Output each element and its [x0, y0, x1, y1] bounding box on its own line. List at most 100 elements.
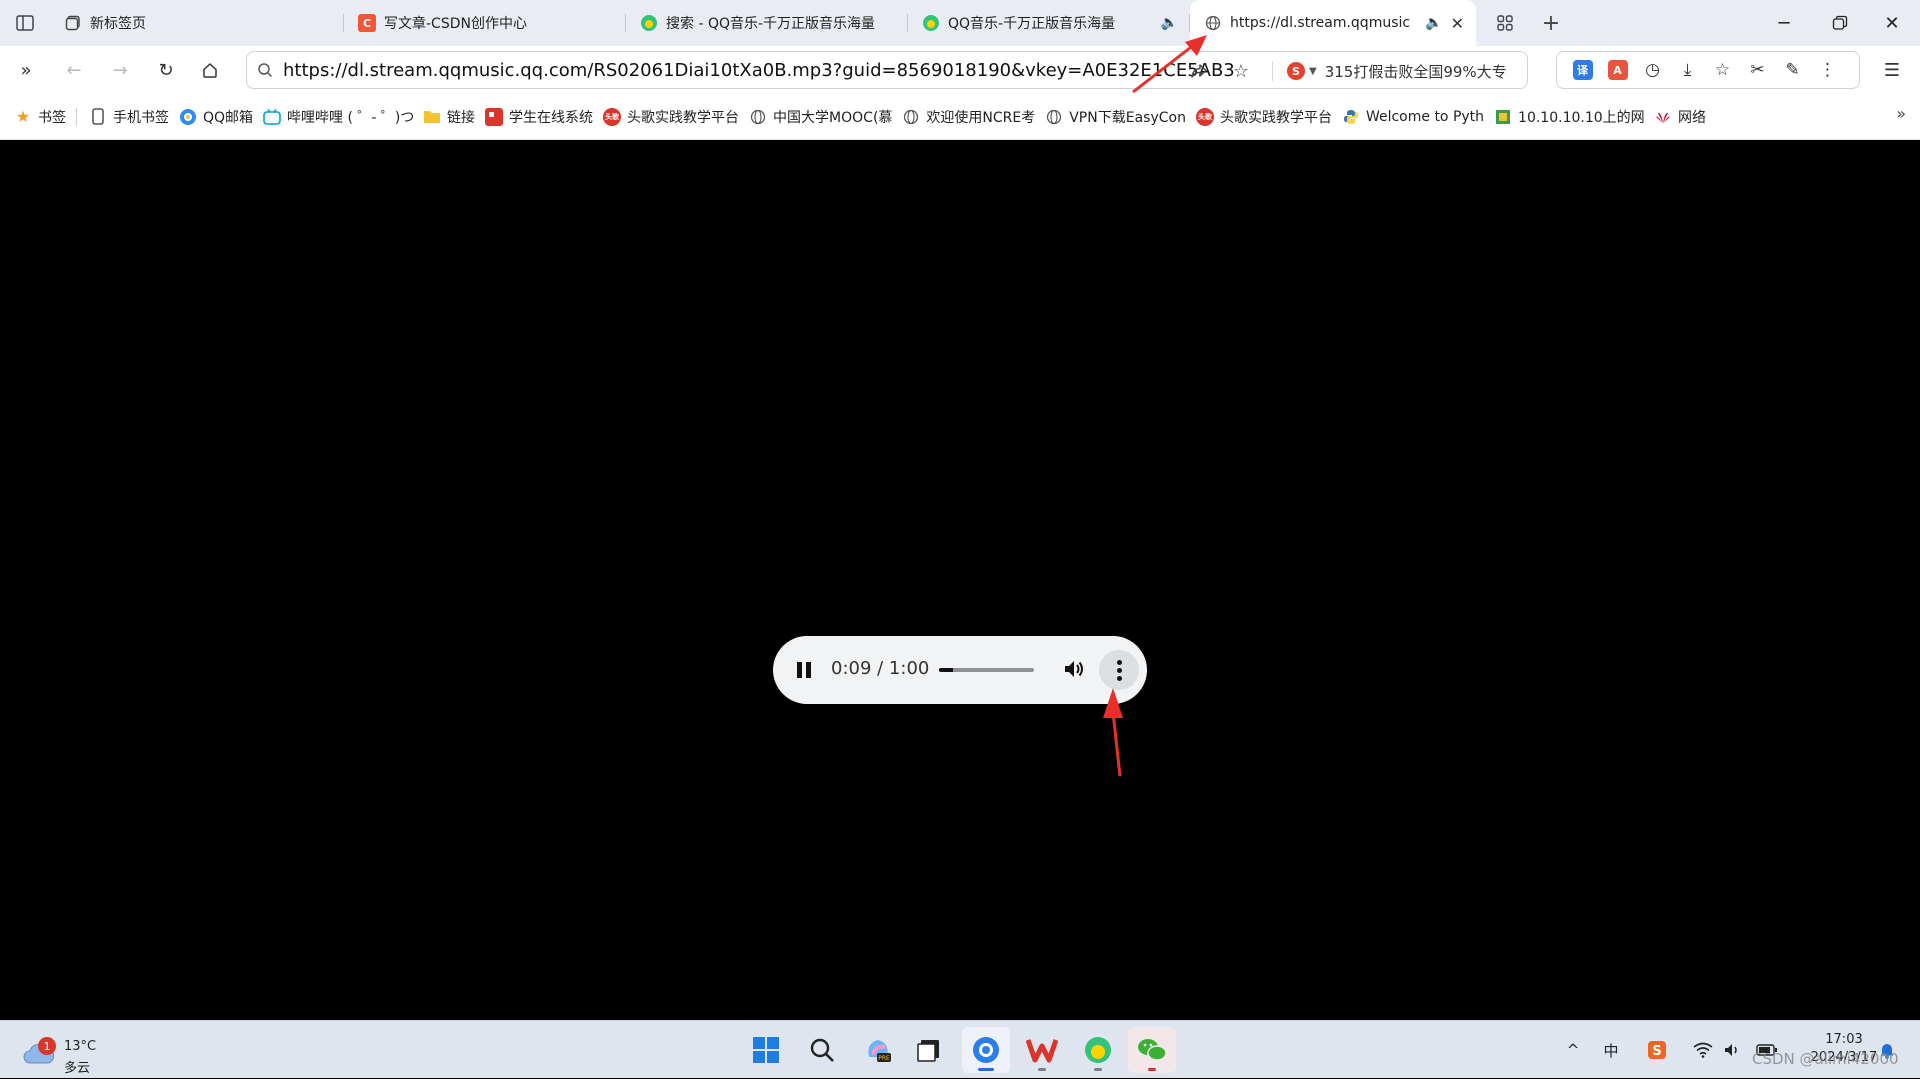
tab-csdn[interactable]: C 写文章-CSDN创作中心	[344, 0, 626, 46]
globe-icon	[1045, 108, 1063, 126]
tab-qqmusic-search[interactable]: 搜索 - QQ音乐-千万正版音乐海量	[626, 0, 908, 46]
bookmark-item[interactable]: 链接	[423, 103, 475, 131]
sogou-ime-icon[interactable]: S	[1642, 1021, 1672, 1079]
bookmark-item[interactable]: 头歌 头歌实践教学平台	[603, 103, 739, 131]
sidebar-toggle-icon[interactable]	[0, 0, 50, 46]
bookmark-item[interactable]: 头歌 头歌实践教学平台	[1195, 103, 1332, 131]
sogou-icon: S	[1287, 62, 1305, 80]
bookmark-item[interactable]: QQ邮箱	[179, 103, 253, 131]
tab-new-tab[interactable]: 新标签页	[50, 0, 344, 46]
media-viewer	[0, 140, 1920, 1020]
home-icon[interactable]	[190, 50, 230, 90]
wps-office-icon[interactable]	[1018, 1027, 1066, 1073]
watermark: CSDN @alimi42000	[1752, 1050, 1899, 1068]
show-hidden-icons[interactable]: ^	[1560, 1021, 1586, 1079]
chevron-down-icon: ▼	[1309, 65, 1317, 77]
edit-icon[interactable]: ✎	[1775, 55, 1810, 85]
globe-icon	[902, 108, 920, 126]
bookmark-item[interactable]: 学生在线系统	[485, 103, 593, 131]
search-icon	[255, 60, 275, 80]
qqmusic-icon	[640, 14, 658, 32]
minimize-icon[interactable]: ─	[1756, 0, 1812, 46]
qqmusic-taskbar-icon[interactable]	[1074, 1027, 1122, 1073]
wechat-icon[interactable]	[1128, 1027, 1176, 1073]
annotation-arrow-tab	[1132, 35, 1207, 94]
taskbar: 1 13°C 多云 PRE ^ 中 S 17:03 2024/3/17	[0, 1020, 1920, 1078]
ime-indicator[interactable]: 中	[1596, 1021, 1626, 1079]
copilot-icon[interactable]: PRE	[854, 1027, 902, 1073]
tab-title: 新标签页	[90, 16, 146, 32]
address-toolbar: » ← → ↻ https://dl.stream.qqmusic.qq.com…	[0, 46, 1920, 94]
bookmark-item[interactable]: 网络	[1654, 103, 1706, 131]
back-icon[interactable]: ←	[54, 50, 94, 90]
search-icon[interactable]	[798, 1027, 846, 1073]
audio-player[interactable]: 0:09 / 1:00	[773, 636, 1147, 704]
screenshot-scissors-icon[interactable]: ✂	[1740, 55, 1775, 85]
tab-title: 搜索 - QQ音乐-千万正版音乐海量	[666, 16, 876, 32]
weather-widget[interactable]: 1 13°C 多云	[22, 1029, 112, 1076]
restore-icon[interactable]	[1812, 0, 1868, 46]
more-options-button[interactable]	[1099, 650, 1139, 690]
bookmark-item[interactable]: 手机书签	[89, 103, 169, 131]
folder-icon	[423, 108, 441, 126]
pause-button[interactable]	[797, 660, 817, 680]
forward-icon[interactable]: →	[100, 50, 140, 90]
qqmusic-icon	[922, 14, 940, 32]
star-icon: ★	[15, 107, 31, 126]
network-icon	[1494, 108, 1512, 126]
new-tab-icon	[64, 14, 82, 32]
url-text[interactable]: https://dl.stream.qqmusic.qq.com/RS02061…	[283, 60, 1391, 82]
speaker-icon[interactable]: 🔈	[1161, 15, 1178, 31]
bookmark-item[interactable]: 中国大学MOOC(慕	[749, 103, 892, 131]
bookmark-item[interactable]: VPN下载EasyCon	[1045, 103, 1186, 131]
tab-stream-active[interactable]: https://dl.stream.qqmusic 🔈 ✕	[1190, 0, 1476, 46]
expand-sidebar-icon[interactable]: »	[6, 50, 46, 90]
globe-icon	[749, 108, 767, 126]
more-options-icon[interactable]: ⋮	[1810, 55, 1845, 85]
hot-search-text: 315打假击败全国99%大专	[1324, 62, 1507, 81]
menu-icon[interactable]: ☰	[1872, 50, 1912, 90]
python-icon	[1342, 108, 1360, 126]
tab-bar: 新标签页 C 写文章-CSDN创作中心 搜索 - QQ音乐-千万正版音乐海量 Q…	[0, 0, 1920, 46]
more-bookmarks-icon[interactable]: »	[1896, 104, 1906, 123]
browser-icon[interactable]	[962, 1027, 1010, 1073]
task-view-icon[interactable]	[906, 1027, 954, 1073]
bookmark-item[interactable]: 哔哩哔哩 ( ゜- ゜)つ	[263, 103, 413, 131]
new-tab-button[interactable]: +	[1528, 0, 1574, 46]
bookmark-item[interactable]: 10.10.10.10上的网	[1494, 103, 1644, 131]
wifi-icon[interactable]	[1690, 1021, 1716, 1079]
tab-title: 写文章-CSDN创作中心	[384, 16, 527, 32]
bookmark-item[interactable]: 欢迎使用NCRE考	[902, 103, 1035, 131]
temperature: 13°C	[64, 1039, 97, 1054]
extensions-toolbar: 译 A ◷ ⤓ ☆ ✂ ✎ ⋮	[1556, 51, 1860, 89]
start-button[interactable]	[742, 1027, 790, 1073]
history-icon[interactable]: ◷	[1635, 55, 1670, 85]
tab-grid-icon[interactable]	[1482, 0, 1528, 46]
close-tab-icon[interactable]: ✕	[1451, 14, 1464, 33]
tab-title: https://dl.stream.qqmusic	[1230, 15, 1411, 31]
bookmark-item[interactable]: ★ 书签	[14, 103, 66, 131]
huawei-icon	[1654, 108, 1672, 126]
tab-title: QQ音乐-千万正版音乐海量	[948, 16, 1116, 32]
translate-icon[interactable]: 译	[1565, 55, 1600, 85]
hot-search[interactable]: S ▼ 315打假击败全国99%大专	[1287, 57, 1523, 85]
reload-icon[interactable]: ↻	[146, 50, 186, 90]
speaker-icon[interactable]: 🔈	[1425, 15, 1442, 31]
educoder-icon: 头歌	[603, 107, 622, 126]
download-icon[interactable]: ⤓	[1670, 55, 1705, 85]
volume-tray-icon[interactable]	[1720, 1021, 1746, 1079]
pdf-icon[interactable]: A	[1600, 55, 1635, 85]
csdn-icon: C	[358, 14, 376, 32]
school-icon	[485, 107, 504, 126]
svg-text:PRE: PRE	[878, 1055, 890, 1062]
close-window-icon[interactable]: ✕	[1864, 0, 1920, 46]
weather-condition: 多云	[64, 1061, 91, 1076]
favorite-star-icon[interactable]: ☆	[1227, 58, 1255, 84]
playback-time: 0:09 / 1:00	[831, 658, 930, 679]
progress-slider[interactable]	[939, 668, 1034, 672]
volume-icon[interactable]	[1061, 656, 1087, 682]
address-bar[interactable]: https://dl.stream.qqmusic.qq.com/RS02061…	[246, 51, 1528, 89]
collections-star-icon[interactable]: ☆	[1705, 55, 1740, 85]
bookmark-item[interactable]: Welcome to Pyth	[1342, 103, 1484, 131]
svg-text:S: S	[1652, 1044, 1661, 1059]
